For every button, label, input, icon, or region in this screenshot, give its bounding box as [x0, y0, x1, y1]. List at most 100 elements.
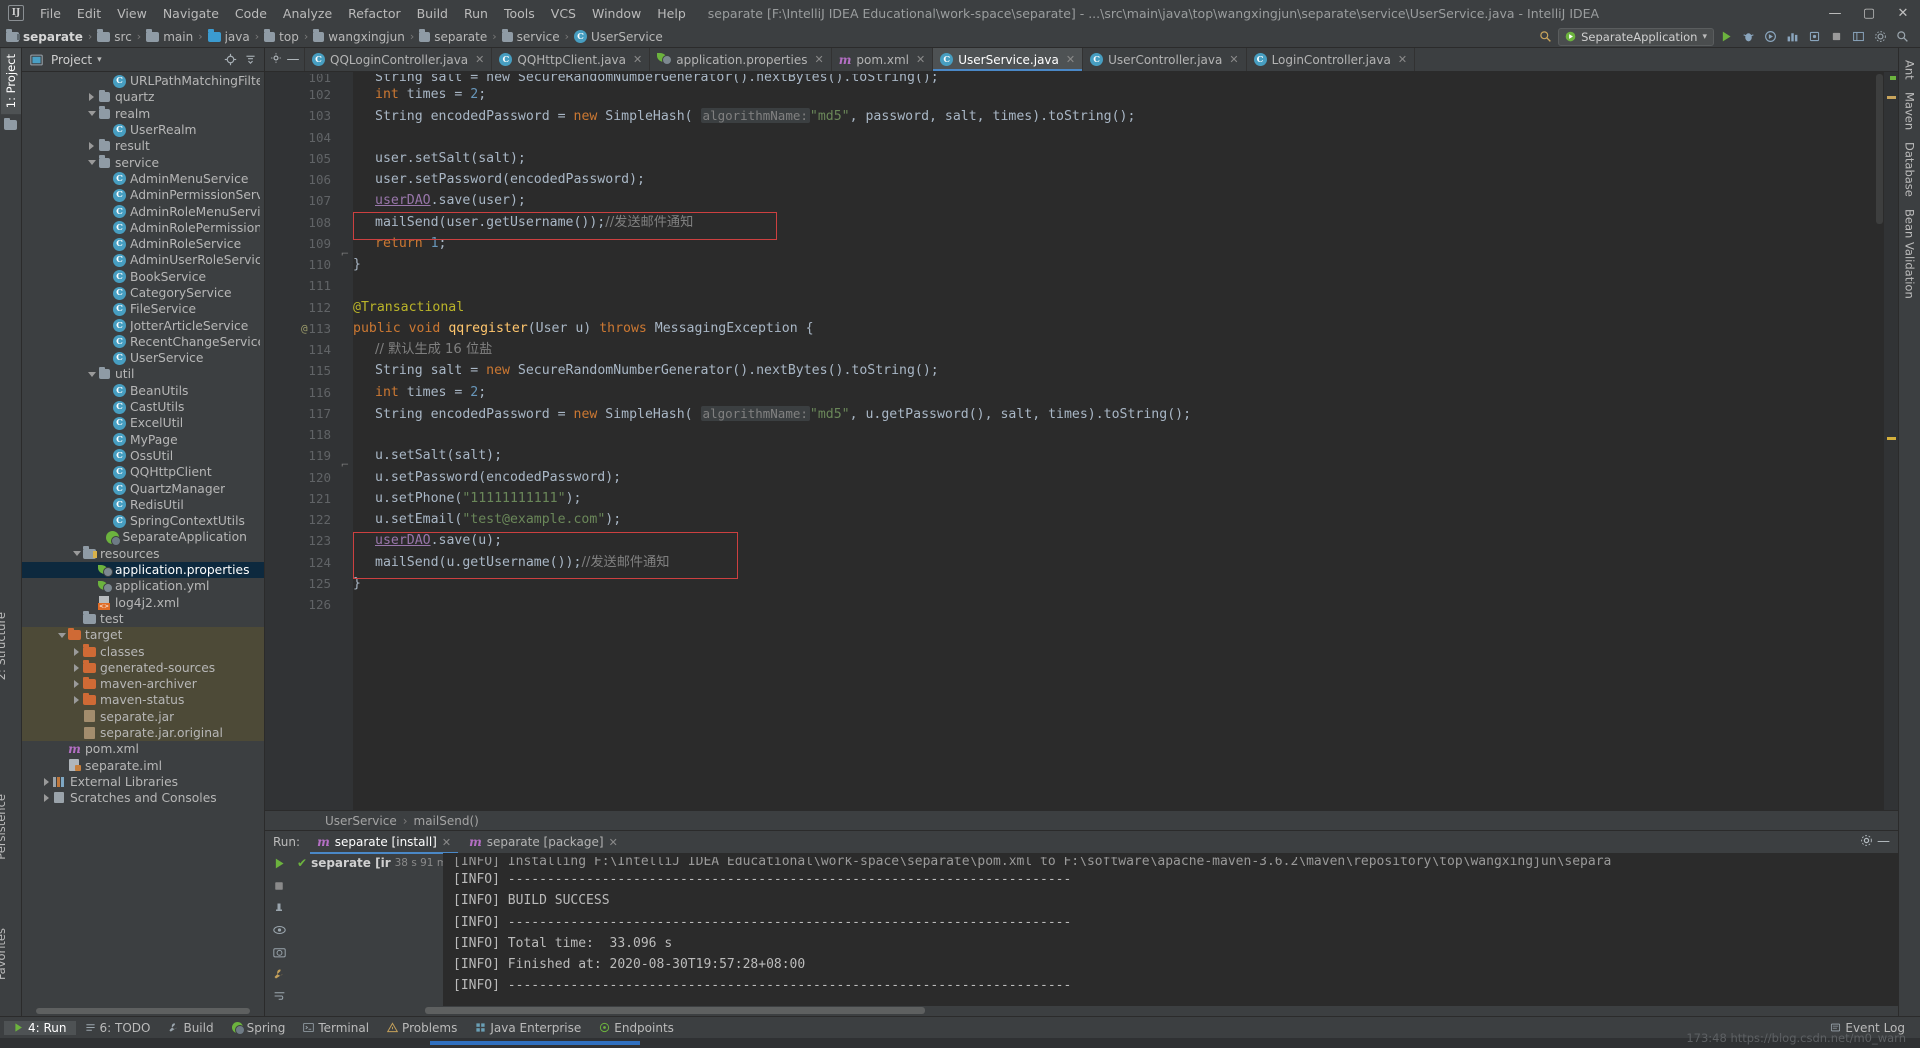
expand-arrow-icon[interactable] — [71, 662, 82, 673]
tree-item[interactable]: realm — [22, 106, 264, 122]
close-button[interactable]: ✕ — [1886, 0, 1920, 26]
menu-edit[interactable]: Edit — [69, 3, 109, 24]
code-editor[interactable]: 101 102 103 104 105 106 107 108 109 110 111 112 @113… — [265, 72, 1898, 810]
collapse-all-icon[interactable] — [240, 50, 260, 70]
stop-icon[interactable] — [273, 880, 285, 895]
tree-item[interactable]: C MyPage — [22, 432, 264, 448]
collapse-arrow-icon[interactable] — [71, 548, 82, 559]
tree-item[interactable]: C CategoryService — [22, 285, 264, 301]
status-item-problems[interactable]: Problems — [378, 1021, 466, 1035]
annotation-gutter-icon[interactable]: @ — [301, 318, 308, 339]
tree-item[interactable]: C URLPathMatchingFilter — [22, 73, 264, 89]
tree-item[interactable]: log4j2.xml — [22, 595, 264, 611]
editor-tab-qqlogincontroller[interactable]: C QQLoginController.java ✕ — [305, 48, 493, 71]
close-icon[interactable]: ✕ — [475, 53, 484, 66]
expand-arrow-icon[interactable] — [71, 646, 82, 657]
expand-arrow-icon[interactable] — [71, 695, 82, 706]
tool-window-tab-maven[interactable]: Maven — [1900, 86, 1920, 136]
tree-item[interactable]: service — [22, 154, 264, 170]
tree-item[interactable]: C RedisUtil — [22, 497, 264, 513]
menu-code[interactable]: Code — [227, 3, 275, 24]
tree-item[interactable]: application.yml — [22, 578, 264, 594]
minimize-button[interactable]: — — [1818, 0, 1852, 26]
run-tree[interactable]: ✔ separate [ir 38 s 91 ms — [293, 853, 453, 1006]
breadcrumb-item-src[interactable]: src — [97, 29, 132, 44]
fold-marker[interactable]: ⌐ — [337, 455, 353, 476]
status-item-java-enterprise[interactable]: Java Enterprise — [466, 1021, 590, 1035]
menu-tools[interactable]: Tools — [496, 3, 543, 24]
tree-item[interactable]: C UserRealm — [22, 122, 264, 138]
editor-tab-userservice[interactable]: C UserService.java ✕ — [933, 48, 1084, 71]
tree-item[interactable]: C QuartzManager — [22, 480, 264, 496]
editor-tab-application-properties[interactable]: application.properties ✕ — [650, 48, 832, 71]
eye-icon[interactable] — [272, 924, 286, 939]
close-icon[interactable]: ✕ — [1066, 53, 1075, 66]
tree-item[interactable]: SeparateApplication — [22, 529, 264, 546]
console-hscrollbar[interactable] — [265, 1006, 1898, 1016]
chevron-down-icon[interactable]: ▾ — [97, 55, 102, 65]
tree-item[interactable]: C UserService — [22, 350, 264, 366]
run-with-coverage-icon[interactable] — [1761, 28, 1780, 46]
menu-refactor[interactable]: Refactor — [340, 3, 408, 24]
collapse-arrow-icon[interactable] — [86, 108, 97, 119]
editor-tab-qqhttpclient[interactable]: C QQHttpClient.java ✕ — [492, 48, 651, 71]
breadcrumb-item-separate[interactable]: separate — [6, 29, 83, 44]
close-icon[interactable]: ✕ — [814, 53, 823, 66]
stop-icon[interactable] — [1827, 28, 1846, 46]
tree-item[interactable]: C QQHttpClient — [22, 464, 264, 480]
expand-arrow-icon[interactable] — [71, 679, 82, 690]
tree-item[interactable]: C BookService — [22, 269, 264, 285]
tree-item[interactable]: C AdminRoleMenuService — [22, 203, 264, 219]
tree-item[interactable]: resources — [22, 546, 264, 562]
status-item-spring[interactable]: Spring — [223, 1021, 295, 1035]
menu-vcs[interactable]: VCS — [543, 3, 584, 24]
tool-window-tab-project[interactable]: 1: Project — [0, 48, 21, 115]
fold-marker[interactable]: ⌐ — [337, 244, 353, 265]
tree-item[interactable]: result — [22, 138, 264, 154]
locate-icon[interactable] — [220, 50, 240, 70]
expand-arrow-icon[interactable] — [41, 776, 52, 787]
chevron-down-icon[interactable]: ▾ — [1702, 32, 1707, 42]
breadcrumb-item-top[interactable]: top — [264, 29, 299, 44]
collapse-arrow-icon[interactable] — [86, 157, 97, 168]
editor-tab-pom-xml[interactable]: m pom.xml ✕ — [832, 48, 934, 71]
layout-icon[interactable] — [1849, 28, 1868, 46]
tree-item[interactable]: generated-sources — [22, 659, 264, 676]
tree-item[interactable]: application.properties — [22, 561, 264, 579]
close-icon[interactable]: ✕ — [1398, 53, 1407, 66]
close-icon[interactable]: ✕ — [1229, 53, 1238, 66]
pin-icon[interactable] — [273, 902, 285, 917]
tree-item[interactable]: C AdminUserRoleService — [22, 252, 264, 268]
code-folding-column[interactable]: ⌐ ⌐ ⌐ — [337, 72, 353, 810]
error-stripe-gutter[interactable] — [1884, 72, 1898, 810]
breadcrumb-item-main[interactable]: main — [146, 29, 193, 44]
rerun-icon[interactable] — [273, 857, 286, 873]
run-icon[interactable] — [1717, 28, 1736, 46]
tool-window-tab-structure[interactable]: 2: Structure — [0, 606, 11, 686]
tool-window-tab-ant[interactable]: Ant — [1900, 54, 1920, 86]
tool-window-tab-favorites[interactable]: Favorites — [0, 922, 11, 986]
tree-item[interactable]: C SpringContextUtils — [22, 513, 264, 529]
menu-analyze[interactable]: Analyze — [275, 3, 340, 24]
tree-item[interactable]: C CastUtils — [22, 399, 264, 415]
tree-item[interactable]: C OssUtil — [22, 448, 264, 464]
project-tree-hscrollbar[interactable] — [22, 1007, 264, 1016]
tree-item[interactable]: C BeanUtils — [22, 383, 264, 399]
tree-item[interactable]: classes — [22, 643, 264, 660]
expand-arrow-icon[interactable] — [86, 92, 97, 103]
run-tab-separate-install[interactable]: m separate [install] ✕ — [310, 833, 459, 854]
menu-view[interactable]: View — [109, 3, 155, 24]
menu-build[interactable]: Build — [409, 3, 456, 24]
collapse-arrow-icon[interactable] — [86, 369, 97, 380]
status-item-endpoints[interactable]: Endpoints — [590, 1021, 683, 1035]
camera-icon[interactable] — [272, 946, 286, 961]
tree-item[interactable]: quartz — [22, 89, 264, 105]
tree-item[interactable]: C AdminPermissionService — [22, 187, 264, 203]
run-tree-node[interactable]: ✔ separate [ir 38 s 91 ms — [293, 855, 453, 871]
tree-item[interactable]: test — [22, 611, 264, 627]
breadcrumb-item-java[interactable]: java — [207, 29, 250, 44]
tree-item[interactable]: C RecentChangeService — [22, 334, 264, 350]
search-everywhere-icon[interactable] — [1536, 28, 1555, 46]
tree-item[interactable]: C AdminRoleService — [22, 236, 264, 252]
close-icon[interactable]: ✕ — [633, 53, 642, 66]
